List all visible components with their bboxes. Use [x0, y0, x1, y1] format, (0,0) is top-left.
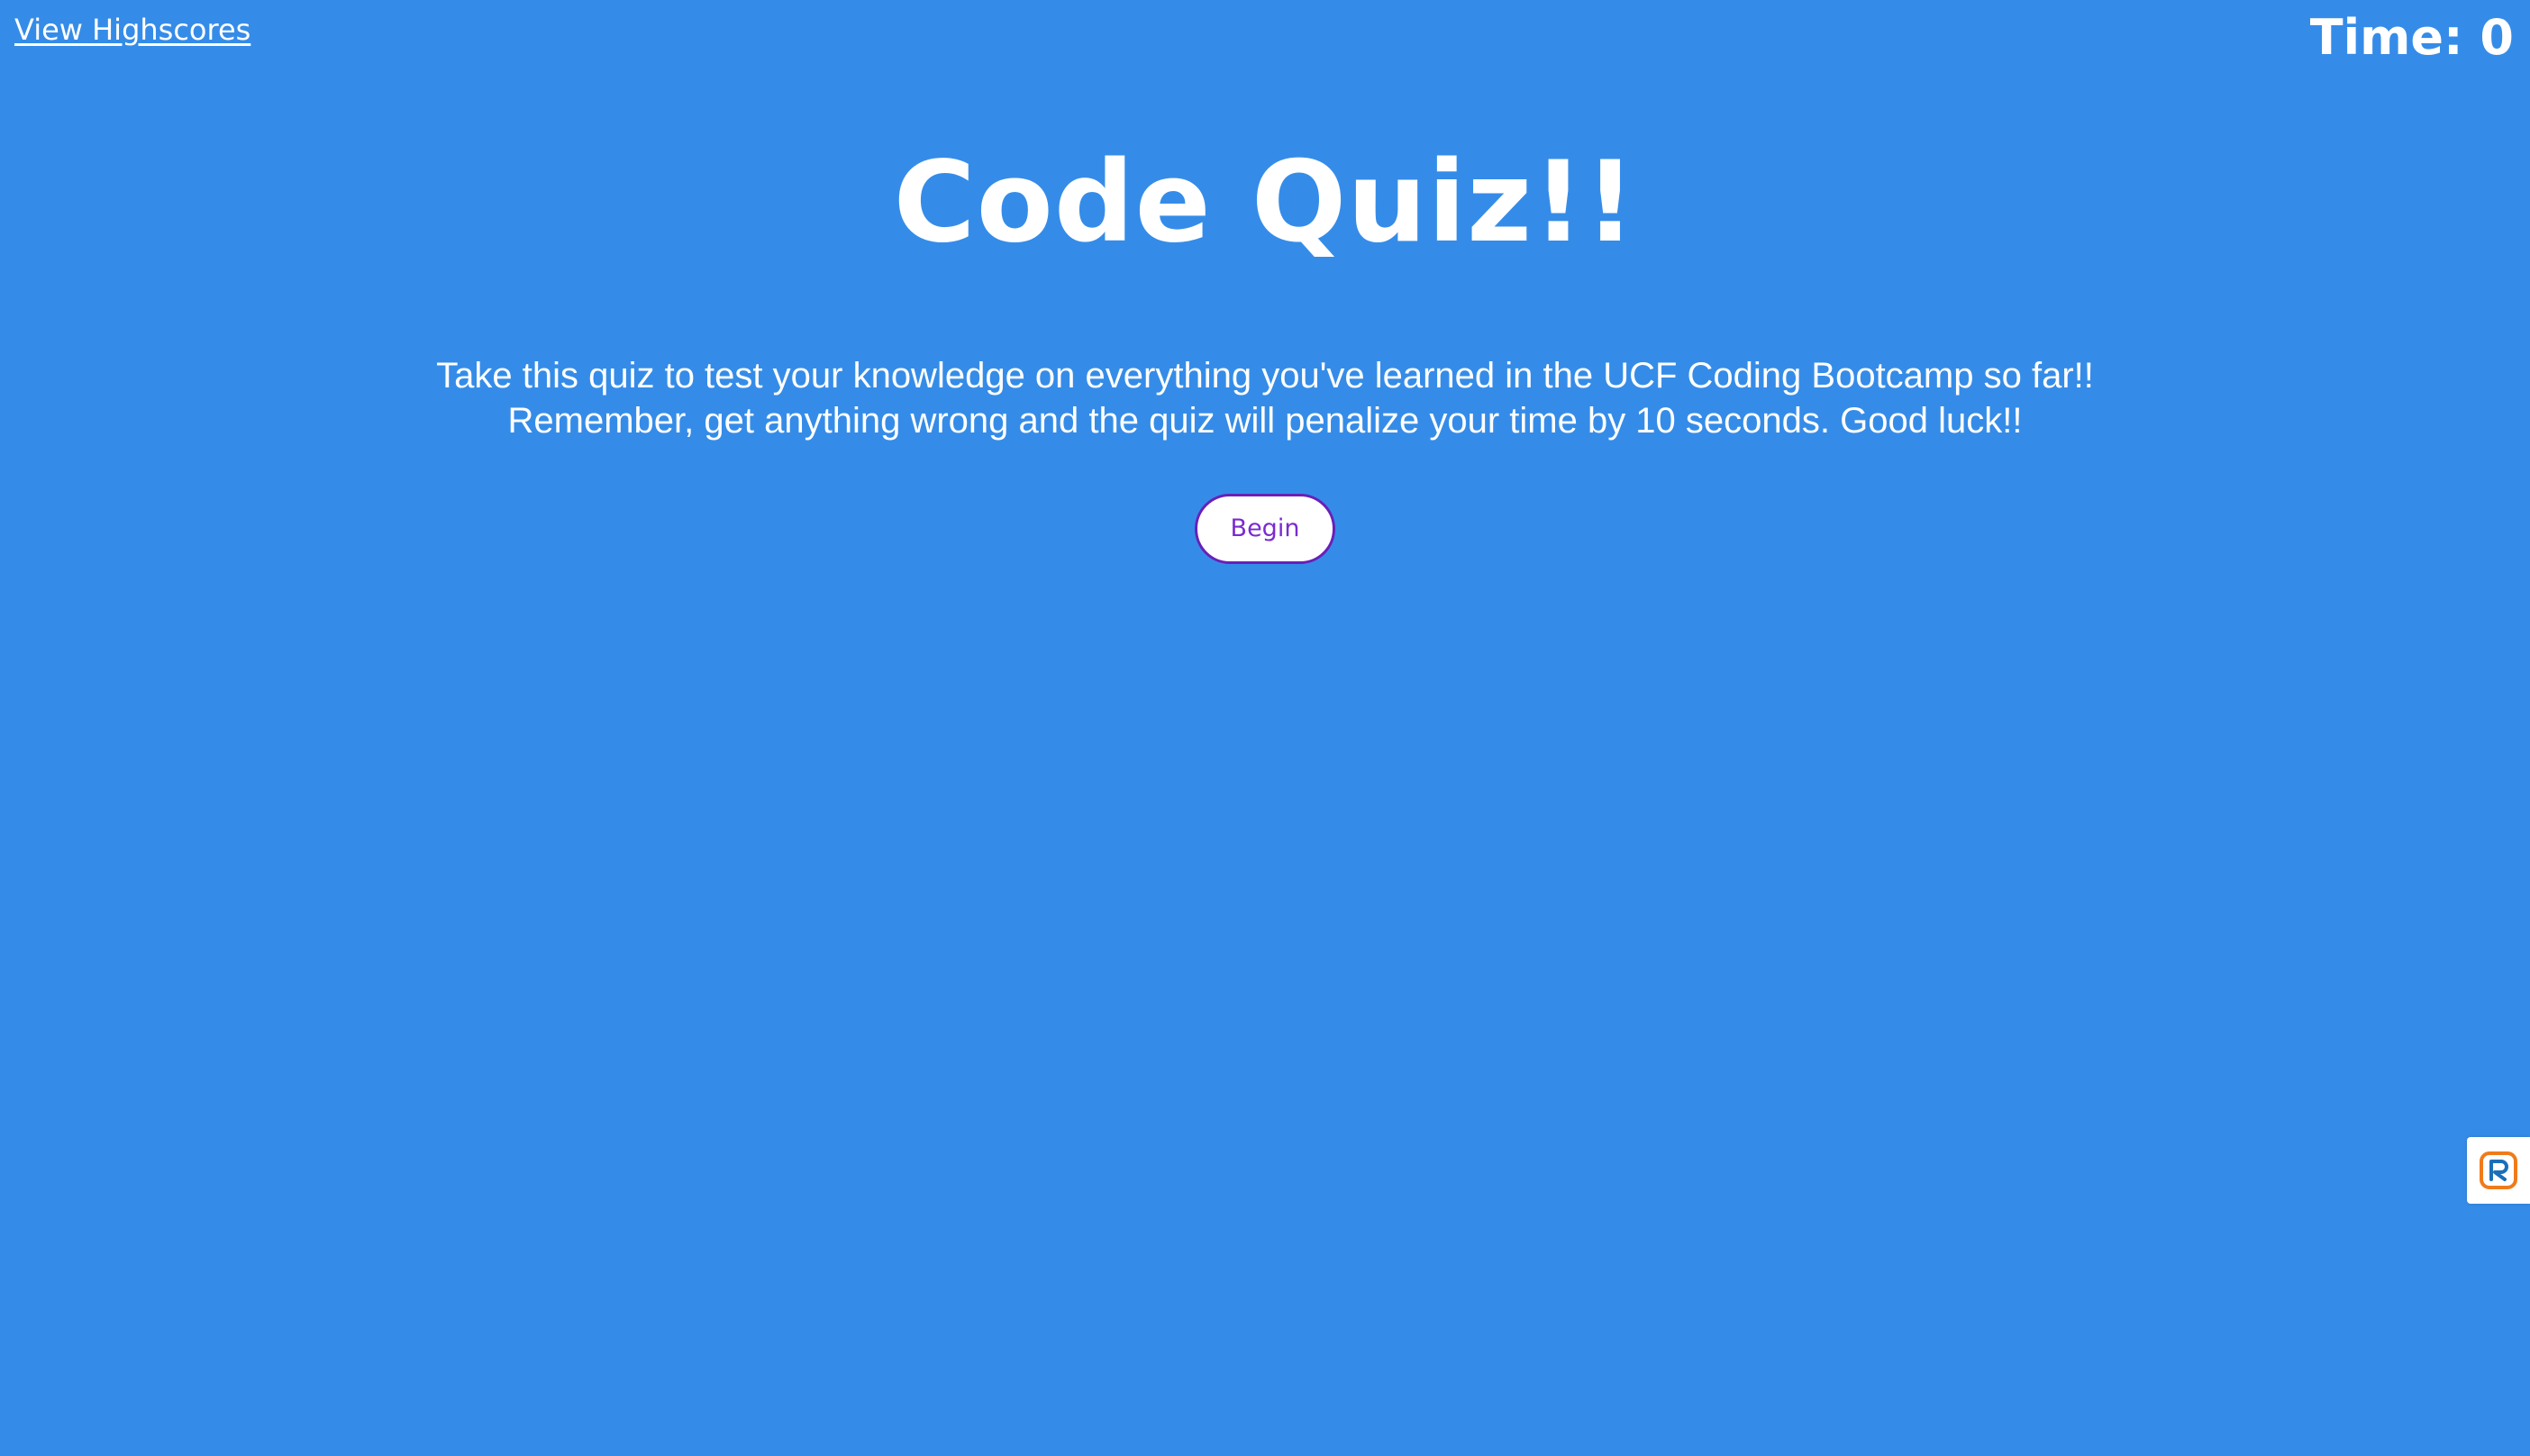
quiz-description-line-1: Take this quiz to test your knowledge on… [436, 356, 2094, 396]
side-extension-widget[interactable] [2467, 1137, 2530, 1204]
quiz-description: Take this quiz to test your knowledge on… [364, 353, 2166, 443]
quiz-intro-section: Code Quiz!! Take this quiz to test your … [0, 0, 2530, 564]
quiz-description-line-2: Remember, get anything wrong and the qui… [507, 401, 2023, 441]
r-logo-icon [2480, 1151, 2517, 1189]
begin-button[interactable]: Begin [1195, 494, 1335, 564]
page-title: Code Quiz!! [893, 138, 1637, 268]
